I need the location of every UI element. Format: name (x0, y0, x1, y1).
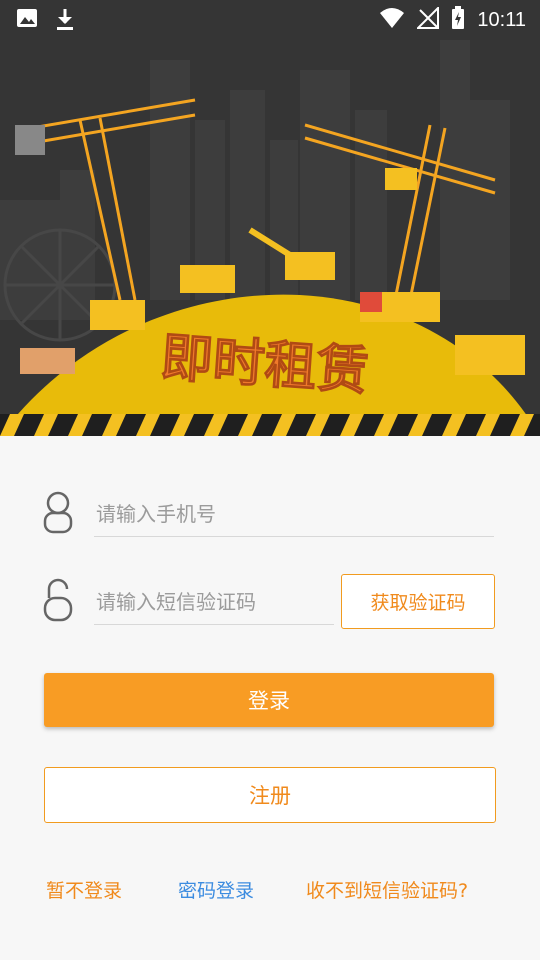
login-button[interactable]: 登录 (44, 673, 494, 727)
code-input[interactable] (94, 578, 338, 626)
skip-login-link[interactable]: 暂不登录 (46, 876, 122, 903)
phone-input[interactable] (94, 490, 498, 538)
status-bar: 10:11 (0, 0, 540, 36)
wifi-icon (379, 7, 405, 33)
no-signal-icon (416, 5, 440, 33)
code-field[interactable] (94, 578, 338, 626)
no-code-link[interactable]: 收不到短信验证码? (306, 876, 468, 903)
battery-charging-icon (451, 6, 465, 34)
password-login-link[interactable]: 密码登录 (178, 876, 254, 903)
image-icon (16, 7, 38, 35)
lock-icon (40, 578, 76, 628)
hero-banner: 即时租赁 (0, 0, 540, 436)
register-button[interactable]: 注册 (44, 767, 496, 823)
get-code-button[interactable]: 获取验证码 (341, 574, 495, 629)
construction-illustration: 即时租赁 (0, 40, 540, 436)
download-icon (54, 7, 76, 35)
phone-field[interactable] (94, 490, 498, 538)
clock: 10:11 (477, 8, 526, 31)
user-icon (40, 490, 76, 540)
